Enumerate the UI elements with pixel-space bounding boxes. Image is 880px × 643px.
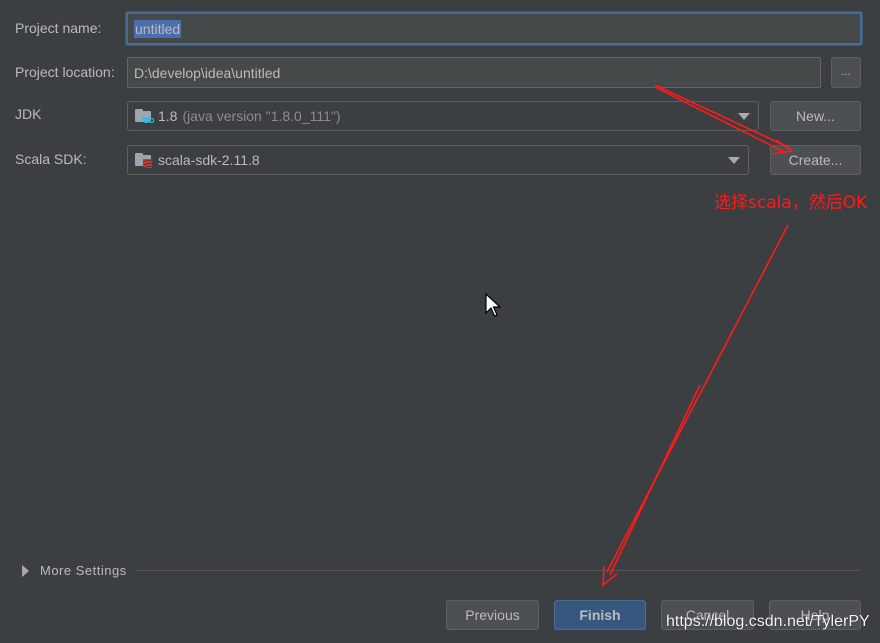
project-location-input[interactable]: D:\develop\idea\untitled [127, 57, 821, 88]
project-location-label: Project location: [15, 64, 115, 80]
jdk-label: JDK [15, 106, 42, 122]
previous-button[interactable]: Previous [446, 600, 539, 630]
jdk-dropdown[interactable]: 1.8 (java version "1.8.0_111") [127, 101, 759, 131]
scala-sdk-value: scala-sdk-2.11.8 [158, 152, 260, 168]
scala-folder-icon [135, 153, 152, 168]
finish-button[interactable]: Finish [554, 600, 646, 630]
annotation-text: 选择scala，然后OK [714, 193, 868, 213]
jdk-new-button[interactable]: New... [770, 101, 861, 131]
scala-create-button[interactable]: Create... [770, 145, 861, 175]
annotation-arrows [602, 84, 795, 587]
project-location-value: D:\develop\idea\untitled [134, 64, 281, 81]
scala-sdk-label: Scala SDK: [15, 151, 87, 167]
browse-button[interactable]: ... [831, 57, 861, 88]
jdk-version: 1.8 [158, 108, 178, 124]
chevron-down-icon [728, 157, 740, 164]
more-settings-toggle[interactable]: More Settings [22, 563, 127, 578]
scala-sdk-dropdown[interactable]: scala-sdk-2.11.8 [127, 145, 749, 175]
more-settings-divider [135, 570, 860, 571]
project-name-value: untitled [134, 19, 182, 38]
jdk-detail: (java version "1.8.0_111") [182, 108, 341, 124]
arrow-to-finish-button [602, 224, 789, 587]
mouse-cursor-icon [485, 293, 502, 317]
jdk-folder-icon [135, 109, 154, 123]
watermark-text: https://blog.csdn.net/TylerPY [666, 613, 870, 630]
more-settings-label: More Settings [40, 563, 127, 578]
chevron-down-icon [738, 113, 750, 120]
project-name-input[interactable]: untitled [126, 12, 862, 45]
project-name-label: Project name: [15, 20, 102, 36]
expand-triangle-icon [22, 564, 29, 577]
